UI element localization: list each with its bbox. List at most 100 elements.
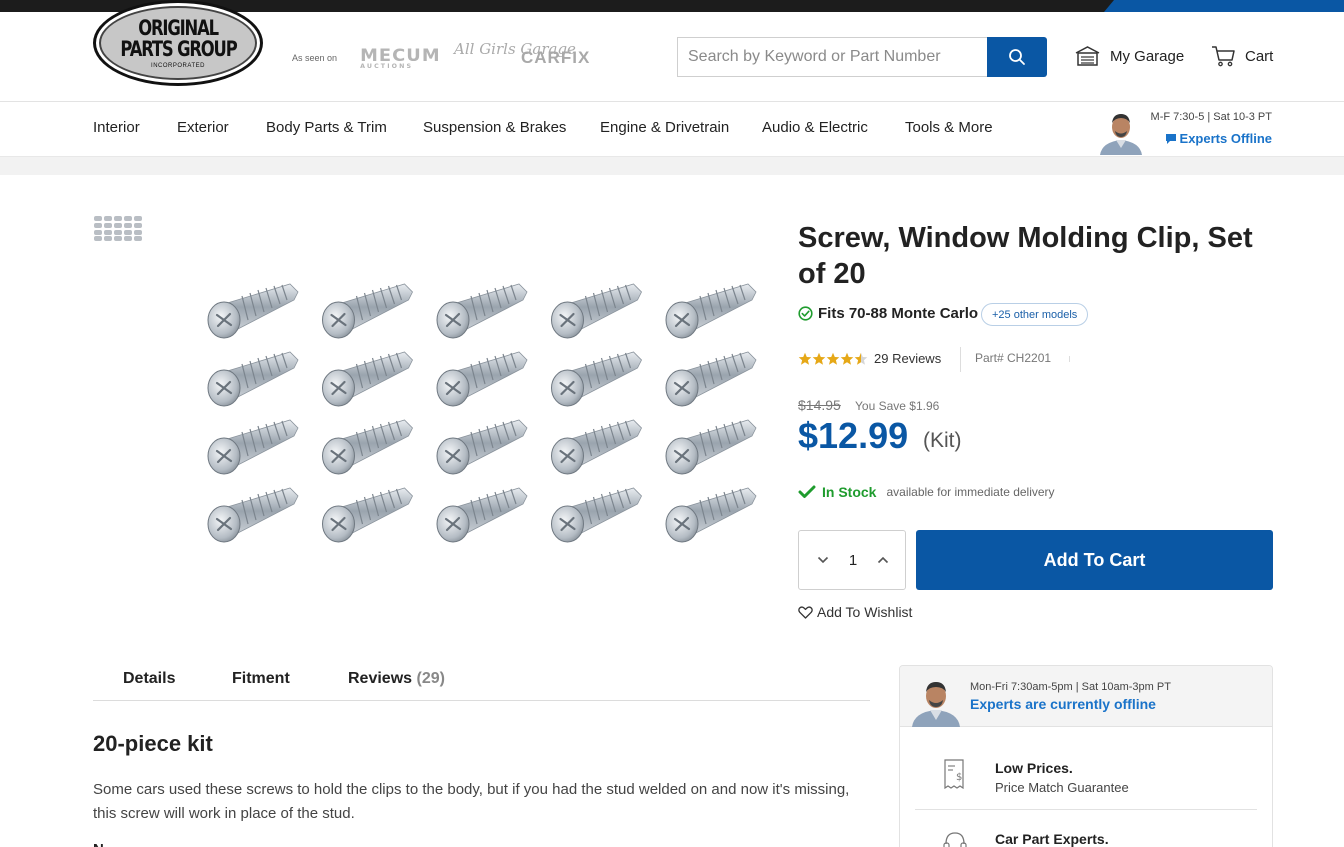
nav-item-engine-drivetrain[interactable]: Engine & Drivetrain bbox=[600, 119, 729, 136]
screw-image bbox=[321, 418, 414, 476]
logo-line-3: INCORPORATED bbox=[151, 62, 205, 69]
tab-fitment[interactable]: Fitment bbox=[232, 670, 290, 688]
search-icon bbox=[1009, 49, 1025, 65]
nav-item-interior[interactable]: Interior bbox=[93, 119, 140, 136]
nav-item-body-parts-trim[interactable]: Body Parts & Trim bbox=[266, 119, 387, 136]
cart-label: Cart bbox=[1245, 47, 1274, 65]
screw-image bbox=[435, 282, 529, 340]
svg-text:$: $ bbox=[956, 772, 962, 783]
nav-item-tools-more[interactable]: Tools & More bbox=[905, 119, 993, 136]
rating-divider bbox=[960, 347, 961, 372]
reviews-count-link[interactable]: 29 Reviews bbox=[874, 351, 941, 366]
expert-avatar bbox=[1100, 114, 1142, 155]
tab-fitment-label: Fitment bbox=[232, 670, 290, 687]
screw-image bbox=[550, 282, 643, 340]
fitment-summary: Fits 70-88 Monte Carlo bbox=[798, 305, 978, 322]
check-circle-icon bbox=[798, 306, 813, 321]
feature-low-prices-sub: Price Match Guarantee bbox=[995, 780, 1129, 795]
feature-car-part-experts-title: Car Part Experts. bbox=[995, 831, 1109, 847]
star-icon bbox=[826, 352, 840, 365]
experts-offline-link[interactable]: Experts Offline bbox=[1165, 131, 1272, 146]
mecum-logo: MECUM AUCTIONS bbox=[360, 46, 441, 70]
screw-image bbox=[206, 282, 300, 340]
nav-item-exterior[interactable]: Exterior bbox=[177, 119, 229, 136]
chevron-up-icon[interactable] bbox=[877, 556, 889, 564]
support-card-status[interactable]: Experts are currently offline bbox=[970, 696, 1156, 712]
heart-icon bbox=[798, 605, 813, 619]
star-rating bbox=[798, 352, 868, 366]
support-card-hours: Mon-Fri 7:30am-5pm | Sat 10am-3pm PT bbox=[970, 681, 1171, 693]
screw-image bbox=[550, 418, 643, 476]
carfix-logo: CARFIX bbox=[521, 48, 591, 67]
feature-car-part-experts: Car Part Experts. bbox=[900, 814, 1272, 847]
screw-image bbox=[206, 418, 300, 476]
tab-reviews[interactable]: Reviews (29) bbox=[348, 670, 445, 688]
logo-badge: ORIGINAL PARTS GROUP INCORPORATED bbox=[99, 6, 257, 80]
add-to-cart-button[interactable]: Add To Cart bbox=[916, 530, 1273, 590]
feature-low-prices: $ Low Prices. Price Match Guarantee bbox=[900, 737, 1272, 807]
wishlist-label: Add To Wishlist bbox=[817, 604, 913, 620]
screw-image bbox=[550, 486, 643, 544]
headset-icon bbox=[943, 832, 967, 847]
screw-image bbox=[664, 486, 758, 544]
product-main-image[interactable] bbox=[196, 270, 764, 562]
fits-label: Fits 70-88 Monte Carlo bbox=[818, 305, 979, 322]
add-to-wishlist-link[interactable]: Add To Wishlist bbox=[798, 604, 912, 620]
nav-divider-strip bbox=[0, 156, 1344, 175]
screw-image bbox=[321, 486, 414, 544]
details-next-line: N bbox=[93, 841, 113, 847]
quantity-value[interactable]: 1 bbox=[849, 552, 857, 569]
product-rating[interactable]: 29 Reviews bbox=[798, 351, 941, 366]
screw-image bbox=[435, 418, 529, 476]
part-number: Part# CH2201 bbox=[975, 351, 1052, 365]
screw-image bbox=[664, 418, 758, 476]
product-title: Screw, Window Molding Clip, Set of 20 bbox=[798, 222, 1253, 290]
tab-details-label: Details bbox=[123, 670, 176, 687]
original-price: $14.95 bbox=[798, 397, 841, 413]
star-icon bbox=[812, 352, 826, 365]
stock-status: In Stock available for immediate deliver… bbox=[798, 484, 1055, 500]
tab-reviews-count: (29) bbox=[416, 670, 445, 687]
tab-details[interactable]: Details bbox=[123, 670, 175, 688]
chevron-down-icon[interactable] bbox=[817, 556, 829, 564]
search-bar bbox=[677, 37, 1047, 77]
receipt-icon: $ bbox=[944, 759, 964, 789]
other-models-badge[interactable]: +25 other models bbox=[981, 303, 1089, 326]
star-icon bbox=[798, 352, 812, 365]
tab-reviews-label: Reviews bbox=[348, 670, 413, 687]
price-unit: (Kit) bbox=[923, 429, 962, 452]
site-header: ORIGINAL PARTS GROUP INCORPORATED As see… bbox=[0, 0, 1344, 102]
screw-image bbox=[321, 350, 414, 408]
screw-image bbox=[664, 282, 758, 340]
cart-icon bbox=[1212, 46, 1235, 67]
my-garage-link[interactable]: My Garage bbox=[1075, 46, 1184, 66]
my-garage-label: My Garage bbox=[1110, 47, 1185, 65]
feature-divider bbox=[915, 809, 1257, 810]
checkmark-icon bbox=[798, 485, 816, 498]
support-hours: M-F 7:30-5 | Sat 10-3 PT bbox=[1150, 111, 1272, 123]
garage-icon bbox=[1075, 46, 1100, 66]
screw-image bbox=[435, 486, 529, 544]
screw-image bbox=[664, 350, 758, 408]
expert-avatar bbox=[912, 682, 960, 727]
feature-low-prices-title: Low Prices. bbox=[995, 760, 1073, 776]
part-number-divider bbox=[1069, 356, 1070, 362]
as-seen-on-label: As seen on bbox=[292, 53, 338, 63]
stock-note: available for immediate delivery bbox=[886, 485, 1055, 499]
you-save-amount: You Save $1.96 bbox=[855, 399, 940, 413]
screw-image bbox=[321, 282, 414, 340]
sale-price: $12.99 bbox=[798, 415, 909, 456]
details-heading: 20-piece kit bbox=[93, 731, 213, 756]
nav-item-audio-electric[interactable]: Audio & Electric bbox=[762, 119, 868, 136]
site-logo[interactable]: ORIGINAL PARTS GROUP INCORPORATED bbox=[93, 0, 263, 86]
product-thumbnail[interactable] bbox=[93, 214, 143, 242]
search-input[interactable] bbox=[677, 37, 987, 77]
screw-image bbox=[206, 486, 300, 544]
nav-item-suspension-brakes[interactable]: Suspension & Brakes bbox=[423, 119, 566, 136]
search-button[interactable] bbox=[987, 37, 1047, 77]
cart-link[interactable]: Cart bbox=[1211, 45, 1273, 67]
top-bar-accent bbox=[1104, 0, 1344, 12]
logo-line-2: PARTS GROUP bbox=[119, 36, 237, 61]
in-stock-label: In Stock bbox=[822, 484, 877, 500]
experts-offline-label: Experts Offline bbox=[1179, 131, 1272, 146]
